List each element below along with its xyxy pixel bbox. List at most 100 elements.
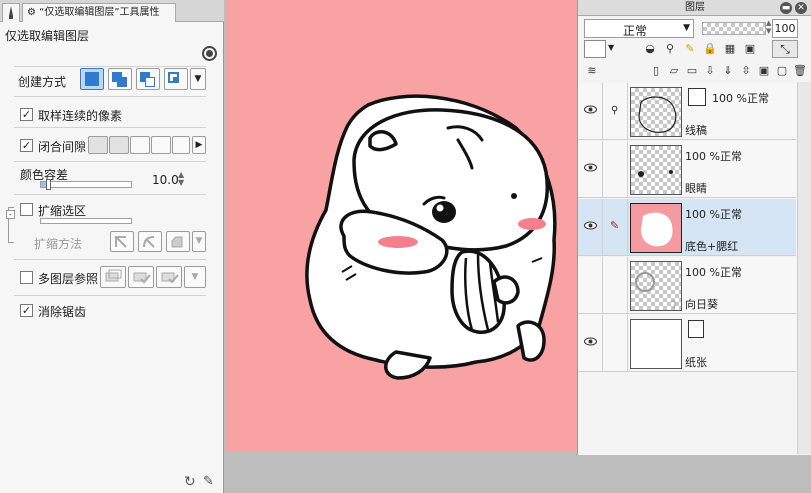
close-gap-label: 闭合间隙 — [38, 140, 87, 154]
layer-thumbnail — [630, 319, 682, 369]
transfer-down-icon[interactable]: ⇩ — [702, 63, 718, 79]
intersect-selection-button[interactable] — [164, 68, 188, 90]
opacity-input[interactable]: 100 — [772, 19, 798, 38]
expand-square-button[interactable] — [110, 231, 134, 252]
lock-icon[interactable]: 🔒 — [702, 41, 718, 57]
layer-row-eyes[interactable]: 100 %正常 眼睛 — [578, 141, 796, 198]
mask-create-icon[interactable]: ▣ — [756, 63, 772, 79]
layer-opacity: 100 %正常 — [685, 150, 742, 163]
layer-row-sunflower[interactable]: 100 %正常 向日葵 — [578, 257, 796, 314]
eye-icon[interactable] — [584, 103, 597, 116]
layer-panel-title: 图层 — [685, 2, 705, 13]
gap-level-1-button[interactable] — [88, 136, 108, 154]
ref-checked-layers-button[interactable] — [128, 266, 154, 288]
layer-stack-icon[interactable]: ≋ — [584, 63, 600, 79]
layers-check-icon — [133, 272, 151, 284]
expand-selection-checkbox[interactable] — [20, 203, 33, 216]
layer-row-base-blush[interactable]: ✎ 100 %正常 底色+腮红 — [578, 199, 796, 256]
pen-icon — [9, 6, 13, 19]
layer-thumbnail — [630, 87, 682, 137]
layer-scrollbar[interactable] — [797, 82, 811, 454]
blend-mode-value: 正常 — [623, 24, 648, 38]
layer-color-swatch[interactable] — [584, 40, 606, 58]
drawing-canvas[interactable] — [226, 0, 578, 452]
expand-round-button[interactable] — [138, 231, 162, 252]
eye-icon[interactable] — [584, 335, 597, 348]
gear-icon: ⚙ — [27, 7, 36, 18]
gap-next-icon[interactable]: ▶ — [192, 136, 206, 154]
eye-icon[interactable] — [584, 161, 597, 174]
merge-visible-icon[interactable]: ⇳ — [738, 63, 754, 79]
layer-color-dropdown-icon[interactable]: ▼ — [608, 43, 614, 52]
new-vector-layer-icon[interactable]: ▱ — [666, 63, 682, 79]
trash-icon[interactable]: 🗑 — [792, 63, 808, 79]
draft-layer-icon[interactable]: ✎ — [682, 41, 698, 57]
expand-toggle-icon[interactable]: - — [6, 210, 15, 219]
opacity-spin-icon[interactable]: ▲ ▼ — [766, 19, 771, 35]
color-tolerance-value[interactable]: 10.0 — [152, 173, 179, 187]
layer-thumbnail — [630, 203, 682, 253]
layer-name: 眼睛 — [685, 182, 707, 195]
lock-transparency-icon[interactable]: ▦ — [722, 41, 738, 57]
new-selection-button[interactable] — [80, 68, 104, 90]
layer-options-button[interactable]: ⤡ — [772, 40, 798, 58]
apply-mask-icon[interactable]: ▢ — [774, 63, 790, 79]
layer-opacity: 100 %正常 — [685, 266, 742, 279]
layer-panel-header: 图层 ▬ ✕ — [578, 0, 811, 16]
wrench-icon[interactable]: ✎ — [203, 474, 214, 489]
multi-layer-ref-checkbox[interactable] — [20, 271, 33, 284]
eyes-thumb-icon — [638, 170, 673, 177]
multi-ref-dropdown-icon[interactable]: ▼ — [184, 266, 206, 288]
merge-down-icon[interactable]: ⇓ — [720, 63, 736, 79]
expand-method-dropdown-icon[interactable]: ▼ — [192, 231, 206, 252]
paper-layer-icon — [688, 320, 704, 338]
layer-row-lineart[interactable]: ⚲ 100 %正常 线稿 — [578, 83, 796, 140]
close-icon[interactable]: ✕ — [795, 2, 807, 14]
new-raster-layer-icon[interactable]: ▯ — [648, 63, 664, 79]
layer-opacity: 100 %正常 — [685, 208, 742, 221]
layer-name: 线稿 — [685, 124, 707, 137]
antialias-checkbox[interactable]: ✓ — [20, 304, 33, 317]
eye-icon[interactable] — [584, 219, 597, 232]
tolerance-spin-icon[interactable]: ▲ ▼ — [178, 171, 184, 187]
tool-property-tab[interactable]: ⚙ “仅选取编辑图层”工具属性 — [22, 3, 176, 22]
subtract-selection-button[interactable] — [136, 68, 160, 90]
mask-icon[interactable]: ◒ — [642, 41, 658, 57]
chevron-down-icon: ▼ — [683, 23, 690, 33]
new-folder-icon[interactable]: ▭ — [684, 63, 700, 79]
gap-level-5-button[interactable] — [172, 136, 190, 154]
vector-layer-icon — [688, 88, 706, 106]
clip-icon[interactable]: ▣ — [742, 41, 758, 57]
bevel-corner-icon — [171, 236, 183, 248]
color-tolerance-slider[interactable] — [40, 179, 132, 190]
minimize-icon[interactable]: ▬ — [780, 2, 792, 14]
ref-folder-layers-button[interactable] — [156, 266, 182, 288]
draft-marker-icon: ⚲ — [611, 105, 619, 116]
lineart-thumb-icon — [638, 96, 677, 133]
opacity-slider[interactable] — [702, 22, 766, 35]
tool-panel-tabbar: ⚙ “仅选取编辑图层”工具属性 — [0, 0, 224, 22]
layers-ref-icon — [105, 269, 122, 282]
tolerance-slider-knob[interactable] — [46, 179, 51, 190]
zoom-icon[interactable] — [202, 46, 217, 61]
reset-icon[interactable]: ↻ — [184, 474, 196, 490]
sample-contiguous-checkbox[interactable]: ✓ — [20, 108, 33, 121]
layers-folder-icon — [161, 272, 179, 284]
create-mode-dropdown-icon[interactable]: ▼ — [190, 68, 206, 90]
expand-bevel-button[interactable] — [166, 231, 190, 252]
pen-tab[interactable] — [2, 3, 20, 22]
ref-all-layers-button[interactable] — [100, 266, 126, 288]
close-gap-checkbox[interactable]: ✓ — [20, 139, 33, 152]
round-corner-icon — [143, 236, 155, 248]
reference-layer-icon[interactable]: ⚲ — [662, 41, 678, 57]
gap-level-2-button[interactable] — [109, 136, 129, 154]
add-selection-button[interactable] — [108, 68, 132, 90]
gap-level-3-button[interactable] — [130, 136, 150, 154]
layer-row-paper[interactable]: 纸张 — [578, 315, 796, 372]
blend-mode-select[interactable]: 正常 ▼ — [584, 19, 694, 38]
expand-amount-slider[interactable] — [40, 218, 132, 224]
square-corner-icon — [115, 236, 127, 248]
gap-level-4-button[interactable] — [151, 136, 171, 154]
hamster-illustration — [305, 94, 557, 380]
opacity-value: 100 — [774, 22, 796, 35]
